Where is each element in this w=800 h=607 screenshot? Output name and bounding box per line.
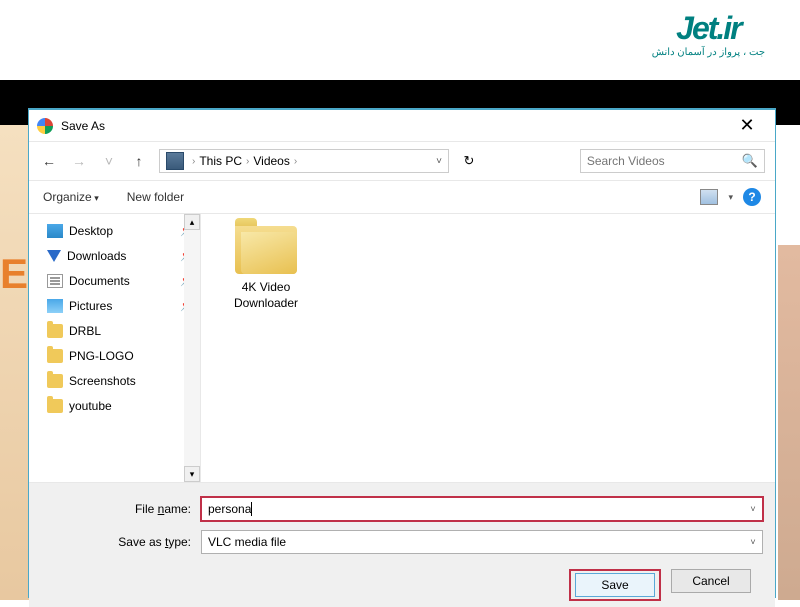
up-button[interactable]: ↑ [129,153,149,169]
sidebar: ▴ ▾ Desktop📌 Downloads📌 Documents📌 Pictu… [29,214,201,482]
filename-dropdown[interactable]: ˅ [744,498,762,520]
chrome-icon [37,118,53,134]
folder-icon [47,374,63,388]
folder-label: 4K Video Downloader [221,280,311,311]
dialog-title: Save As [61,119,105,133]
folder-4k-video-downloader[interactable]: 4K Video Downloader [221,226,311,311]
folder-icon [47,399,63,413]
toolbar: Organize New folder ▾ ? [29,180,775,214]
download-icon [47,250,61,262]
forward-button: → [69,153,89,169]
chevron-right-icon[interactable]: › [246,156,249,167]
sidebar-item-desktop[interactable]: Desktop📌 [47,218,200,243]
file-pane[interactable]: 4K Video Downloader [201,214,775,482]
background-right [778,245,800,600]
filetype-row: Save as type: VLC media file ˅ [41,530,763,554]
sidebar-item-drbl[interactable]: DRBL [47,318,200,343]
address-dropdown[interactable]: ˅ [436,156,442,167]
address-bar[interactable]: › This PC › Videos › ˅ [159,149,449,173]
sidebar-item-label: youtube [69,399,112,413]
chevron-right-icon[interactable]: › [294,156,297,167]
content-area: ▴ ▾ Desktop📌 Downloads📌 Documents📌 Pictu… [29,214,775,482]
sidebar-item-screenshots[interactable]: Screenshots [47,368,200,393]
save-as-dialog: Save As ✕ ← → ˅ ↑ › This PC › Videos › ˅… [28,108,776,598]
filename-label: File name: [41,502,201,516]
folder-icon [47,324,63,338]
breadcrumb-videos[interactable]: Videos [253,154,289,168]
search-icon[interactable]: 🔍 [742,153,758,169]
scroll-down-button[interactable]: ▾ [184,466,200,482]
document-icon [47,274,63,288]
brand-logo: Jet.ir جت ، پرواز در آسمان دانش [652,10,765,58]
view-dropdown[interactable]: ▾ [728,192,733,203]
back-button[interactable]: ← [39,153,59,169]
breadcrumb-this-pc[interactable]: This PC [199,154,242,168]
pc-icon [166,152,184,170]
bottom-panel: File name: persona ˅ Save as type: VLC m… [29,482,775,607]
button-row: Save Cancel [41,563,763,601]
sidebar-item-label: Screenshots [69,374,136,388]
sidebar-item-label: DRBL [69,324,101,338]
sidebar-item-label: PNG-LOGO [69,349,134,363]
search-input[interactable] [587,154,742,168]
filename-input[interactable]: persona ˅ [201,497,763,521]
sidebar-item-pictures[interactable]: Pictures📌 [47,293,200,318]
save-highlight: Save [569,569,661,601]
sidebar-item-documents[interactable]: Documents📌 [47,268,200,293]
sidebar-item-label: Desktop [69,224,113,238]
help-icon[interactable]: ? [743,188,761,206]
background-glyph: E [0,250,28,298]
filetype-value: VLC media file [208,535,286,549]
filename-value: persona [208,502,251,516]
sidebar-item-label: Downloads [67,249,126,263]
titlebar: Save As ✕ [29,110,775,142]
organize-menu[interactable]: Organize [43,190,99,204]
sidebar-item-png-logo[interactable]: PNG-LOGO [47,343,200,368]
save-button[interactable]: Save [575,573,655,597]
cancel-button[interactable]: Cancel [671,569,751,593]
sidebar-list: Desktop📌 Downloads📌 Documents📌 Pictures📌… [29,214,200,422]
background-left [0,125,30,600]
close-button[interactable]: ✕ [727,115,767,136]
folder-icon [235,226,297,274]
scrollbar-track[interactable] [184,230,200,466]
new-folder-button[interactable]: New folder [127,190,184,204]
scroll-up-button[interactable]: ▴ [184,214,200,230]
sidebar-item-label: Documents [69,274,130,288]
folder-icon [47,349,63,363]
filetype-label: Save as type: [41,535,201,549]
search-box[interactable]: 🔍 [580,149,765,173]
filename-row: File name: persona ˅ [41,497,763,521]
logo-text: Jet.ir [652,10,765,47]
sidebar-item-youtube[interactable]: youtube [47,393,200,418]
nav-row: ← → ˅ ↑ › This PC › Videos › ˅ ↻ 🔍 [29,142,775,180]
recent-dropdown[interactable]: ˅ [99,153,119,169]
text-cursor [251,502,252,516]
filetype-select[interactable]: VLC media file ˅ [201,530,763,554]
sidebar-item-downloads[interactable]: Downloads📌 [47,243,200,268]
logo-tagline: جت ، پرواز در آسمان دانش [652,47,765,58]
view-button[interactable] [700,189,718,205]
filetype-dropdown[interactable]: ˅ [744,531,762,553]
chevron-right-icon[interactable]: › [192,156,195,167]
refresh-button[interactable]: ↻ [459,153,479,169]
sidebar-item-label: Pictures [69,299,112,313]
pictures-icon [47,299,63,313]
desktop-icon [47,224,63,238]
